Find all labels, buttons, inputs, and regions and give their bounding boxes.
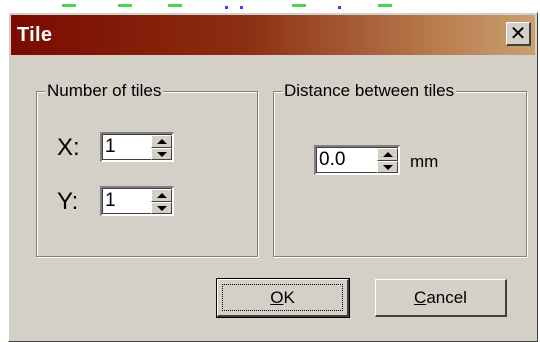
background-mark — [168, 4, 182, 7]
background-mark — [225, 6, 228, 9]
background-mark — [292, 4, 306, 7]
background-mark — [338, 6, 341, 9]
close-button[interactable]: ✕ — [506, 22, 531, 46]
x-tiles-up-arrow-icon[interactable] — [151, 135, 172, 148]
tile-dialog: Tile ✕ Number of tiles X: 1 Y: 1 Distanc… — [8, 12, 538, 342]
distance-legend: Distance between tiles — [282, 81, 457, 101]
close-icon: ✕ — [509, 22, 527, 45]
background-mark — [378, 4, 392, 7]
distance-down-arrow-icon[interactable] — [377, 160, 398, 173]
y-tiles-spinner — [151, 189, 172, 214]
distance-value[interactable]: 0.0 — [319, 149, 345, 171]
ok-button[interactable]: OK — [216, 278, 350, 318]
dialog-title: Tile — [17, 23, 53, 46]
y-label: Y: — [57, 188, 79, 215]
y-tiles-down-arrow-icon[interactable] — [151, 201, 172, 214]
cancel-button[interactable]: Cancel — [375, 279, 507, 317]
focus-indicator — [222, 284, 343, 311]
x-tiles-down-arrow-icon[interactable] — [151, 147, 172, 160]
distance-unit-label: mm — [410, 152, 439, 171]
x-tiles-spinbox[interactable]: 1 — [100, 132, 174, 162]
x-tiles-spinner — [151, 135, 172, 160]
title-bar[interactable]: Tile ✕ — [11, 15, 535, 55]
number-of-tiles-legend: Number of tiles — [45, 81, 164, 101]
background-area — [0, 0, 540, 12]
x-label: X: — [57, 134, 80, 161]
x-tiles-value[interactable]: 1 — [105, 136, 116, 158]
distance-up-arrow-icon[interactable] — [377, 148, 398, 161]
background-mark — [118, 4, 132, 7]
y-tiles-spinbox[interactable]: 1 — [100, 186, 174, 216]
distance-spinner — [377, 148, 398, 173]
background-mark — [62, 4, 76, 7]
distance-between-tiles-group: Distance between tiles 0.0 mm — [273, 81, 527, 257]
background-mark — [240, 6, 243, 9]
number-of-tiles-group: Number of tiles X: 1 Y: 1 — [36, 81, 258, 257]
distance-spinbox[interactable]: 0.0 — [314, 145, 400, 175]
y-tiles-up-arrow-icon[interactable] — [151, 189, 172, 202]
cancel-button-label: Cancel — [414, 287, 467, 307]
y-tiles-value[interactable]: 1 — [105, 190, 116, 212]
